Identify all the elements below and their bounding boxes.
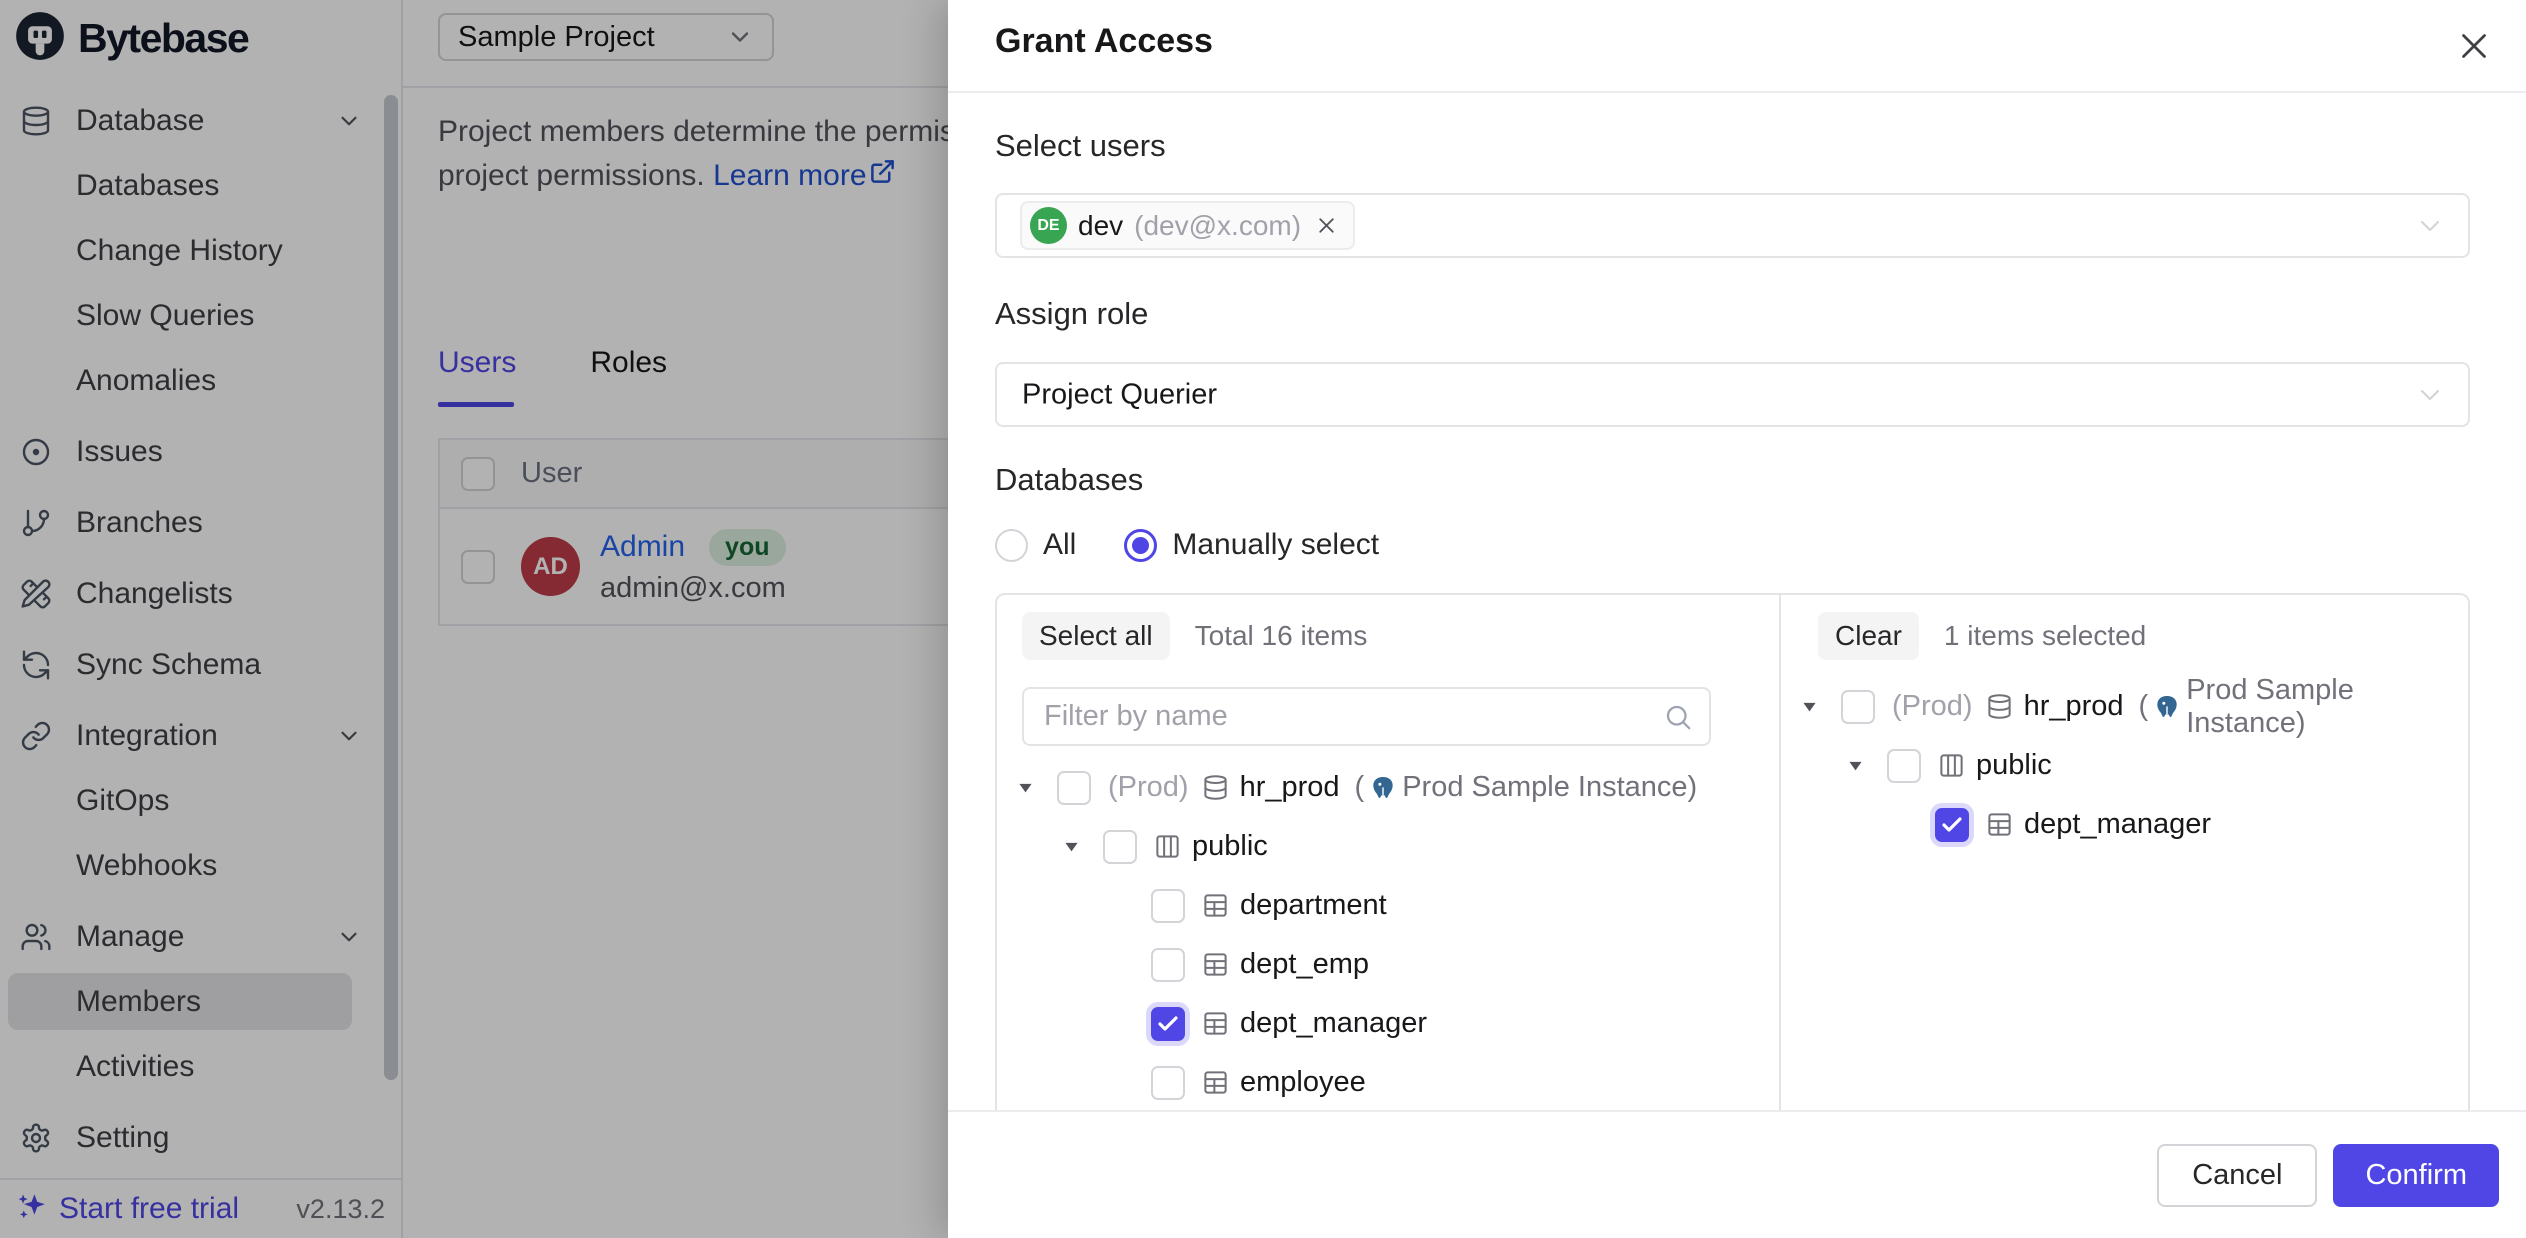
database-scope-radios: All Manually select [995,528,1379,562]
tree-checkbox[interactable] [1151,948,1185,982]
avatar: DE [1030,207,1067,244]
role-select[interactable]: Project Querier [995,362,2470,427]
assign-role-label: Assign role [995,296,1148,332]
radio-manually-select[interactable] [1124,529,1157,562]
close-icon[interactable] [2448,20,2500,72]
target-tree: (Prod)hr_prod(Prod Sample Instance)publi… [1781,677,2468,854]
caret-down-icon[interactable] [1017,779,1035,796]
database-transfer: Select all Total 16 items (Prod)hr_prod(… [995,593,2470,1110]
database-icon [1986,693,2013,720]
table-icon [1202,1069,1229,1096]
selected-count-label: 1 items selected [1944,620,2146,652]
confirm-button[interactable]: Confirm [2333,1144,2499,1207]
caret-down-icon[interactable] [1801,698,1819,715]
select-users-label: Select users [995,128,1166,164]
grant-access-modal: Grant Access Select users DE dev (dev@x.… [948,0,2526,1238]
database-icon [1202,774,1229,801]
radio-all-label: All [1043,528,1076,562]
databases-label: Databases [995,462,1143,498]
filter-input[interactable] [1022,687,1711,746]
select-users-input[interactable]: DE dev (dev@x.com) [995,193,2470,258]
target-panel: Clear 1 items selected (Prod)hr_prod(Pro… [1781,595,2468,1110]
tree-row-hr_prod[interactable]: (Prod)hr_prod(Prod Sample Instance) [1781,677,2468,736]
tree-row-employee[interactable]: employee [997,1053,1779,1110]
modal-footer: Cancel Confirm [948,1110,2526,1238]
bytebase-app: Bytebase DatabaseDatabasesChange History… [0,0,2526,1238]
chevron-down-icon [2414,379,2446,411]
schema-icon [1154,833,1181,860]
schema-icon [1938,752,1965,779]
tree-checkbox[interactable] [1151,889,1185,923]
tree-checkbox[interactable] [1935,808,1969,842]
tree-checkbox[interactable] [1057,771,1091,805]
tree-row-public[interactable]: public [997,817,1779,876]
source-panel: Select all Total 16 items (Prod)hr_prod(… [997,595,1781,1110]
clear-button[interactable]: Clear [1818,612,1919,660]
radio-manually-select-label: Manually select [1172,528,1379,562]
caret-down-icon[interactable] [1847,757,1865,774]
cancel-button[interactable]: Cancel [2157,1144,2317,1207]
modal-title: Grant Access [995,22,1213,61]
table-icon [1202,951,1229,978]
tree-row-public[interactable]: public [1781,736,2468,795]
tree-checkbox[interactable] [1841,690,1875,724]
tree-checkbox[interactable] [1151,1066,1185,1100]
postgres-icon [1369,774,1397,802]
tree-checkbox[interactable] [1103,830,1137,864]
select-all-button[interactable]: Select all [1022,612,1170,660]
table-icon [1202,1010,1229,1037]
source-tree: (Prod)hr_prod(Prod Sample Instance)publi… [997,758,1779,1110]
caret-down-icon[interactable] [1063,838,1081,855]
tree-row-dept_emp[interactable]: dept_emp [997,935,1779,994]
table-icon [1986,811,2013,838]
tree-row-department[interactable]: department [997,876,1779,935]
chevron-down-icon [2414,210,2446,242]
table-icon [1202,892,1229,919]
tree-row-dept_manager[interactable]: dept_manager [997,994,1779,1053]
tree-row-hr_prod[interactable]: (Prod)hr_prod(Prod Sample Instance) [997,758,1779,817]
radio-all[interactable] [995,529,1028,562]
total-items-label: Total 16 items [1195,620,1368,652]
tree-checkbox[interactable] [1151,1007,1185,1041]
remove-user-icon[interactable] [1314,213,1339,238]
tree-checkbox[interactable] [1887,749,1921,783]
postgres-icon [2153,693,2181,721]
tree-row-dept_manager[interactable]: dept_manager [1781,795,2468,854]
role-select-value: Project Querier [1022,378,1217,411]
search-icon [1663,702,1693,732]
selected-user-chip: DE dev (dev@x.com) [1020,201,1355,250]
modal-header: Grant Access [948,0,2526,93]
filter-field [1022,687,1711,746]
